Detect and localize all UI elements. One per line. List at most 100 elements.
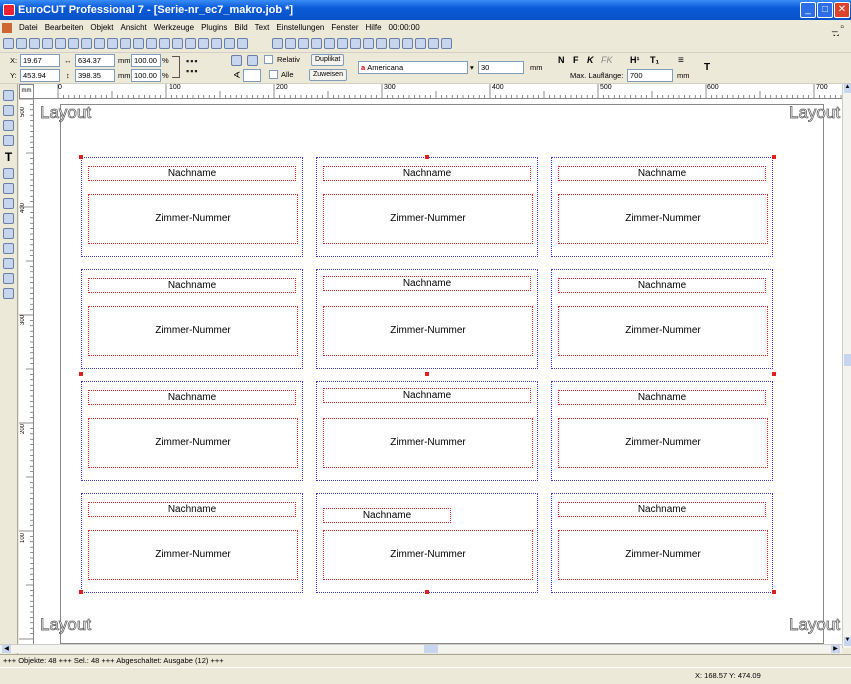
width-field[interactable]: 634.37: [75, 54, 115, 67]
measure-tool-icon[interactable]: [3, 213, 14, 224]
weld-icon[interactable]: [55, 38, 66, 49]
text-tool-icon[interactable]: T: [5, 150, 12, 164]
label-card[interactable]: Nachname Zimmer-Nummer: [81, 269, 303, 369]
scroll-up-icon[interactable]: ▲: [844, 84, 851, 93]
copy-icon[interactable]: [81, 38, 92, 49]
room-number-field[interactable]: Zimmer-Nummer: [88, 530, 298, 580]
node-tool-icon[interactable]: [3, 105, 14, 116]
label-card[interactable]: Nachname Zimmer-Nummer: [316, 493, 538, 593]
name-field[interactable]: Nachname: [88, 390, 296, 405]
rect-tool-icon[interactable]: [3, 168, 14, 179]
ruler-unit[interactable]: mm: [19, 84, 34, 99]
select-tool-icon[interactable]: [3, 90, 14, 101]
menu-einstellungen[interactable]: Einstellungen: [276, 20, 324, 36]
line-tool-icon[interactable]: [3, 198, 14, 209]
room-number-field[interactable]: Zimmer-Nummer: [558, 418, 768, 468]
doc-icon[interactable]: [2, 23, 12, 33]
room-number-field[interactable]: Zimmer-Nummer: [558, 530, 768, 580]
undo-icon[interactable]: [415, 38, 427, 49]
align-text-icon[interactable]: ≡: [678, 55, 684, 66]
text-frame-icon[interactable]: [211, 38, 222, 49]
ungroup-icon[interactable]: [42, 38, 53, 49]
print-icon[interactable]: [350, 38, 362, 49]
group-icon[interactable]: [29, 38, 40, 49]
horizontal-scroll-thumb[interactable]: [424, 645, 438, 653]
fill-icon[interactable]: [172, 38, 183, 49]
name-field[interactable]: Nachname: [558, 278, 766, 293]
selection-handle[interactable]: [79, 590, 83, 594]
room-number-field[interactable]: Zimmer-Nummer: [88, 194, 298, 244]
zoom-tool-icon[interactable]: [3, 135, 14, 146]
cut-icon[interactable]: [324, 38, 336, 49]
drawing-canvas[interactable]: Layout Layout Layout Layout Nachname Zimm…: [34, 99, 842, 644]
alle-checkbox[interactable]: [269, 70, 278, 79]
y-field[interactable]: 453.94: [20, 69, 60, 82]
selection-handle[interactable]: [772, 372, 776, 376]
align-icon[interactable]: [120, 38, 131, 49]
circle-icon[interactable]: [16, 38, 27, 49]
menu-bild[interactable]: Bild: [234, 20, 247, 36]
lock-ratio-icon[interactable]: [172, 56, 180, 78]
page-icon[interactable]: [237, 38, 248, 49]
scale-x-field[interactable]: 100.00: [131, 54, 161, 67]
menu-ansicht[interactable]: Ansicht: [121, 20, 147, 36]
label-card[interactable]: Nachname Zimmer-Nummer: [316, 157, 538, 257]
scroll-down-icon[interactable]: ▼: [844, 637, 851, 646]
copy-tool-icon[interactable]: [3, 258, 14, 269]
font-select[interactable]: a Americana: [358, 61, 468, 74]
name-field[interactable]: Nachname: [88, 502, 296, 517]
name-field[interactable]: Nachname: [558, 166, 766, 181]
room-number-field[interactable]: Zimmer-Nummer: [88, 306, 298, 356]
normal-button[interactable]: N: [558, 55, 565, 65]
export-icon[interactable]: [389, 38, 401, 49]
scroll-right-icon[interactable]: ▶: [831, 645, 840, 653]
menu-fenster[interactable]: Fenster: [331, 20, 358, 36]
name-field[interactable]: Nachname: [558, 390, 766, 405]
bitmap-tool-icon[interactable]: [3, 288, 14, 299]
menu-text[interactable]: Text: [255, 20, 270, 36]
help-icon[interactable]: [441, 38, 453, 49]
paste-icon[interactable]: [94, 38, 105, 49]
name-field[interactable]: Nachname: [558, 502, 766, 517]
close-button[interactable]: ✕: [834, 2, 850, 18]
paste-props-icon[interactable]: [247, 55, 258, 66]
x-field[interactable]: 19.67: [20, 54, 60, 67]
label-card[interactable]: Nachname Zimmer-Nummer: [316, 269, 538, 369]
room-number-field[interactable]: Zimmer-Nummer: [323, 194, 533, 244]
zoom-icon[interactable]: [402, 38, 414, 49]
room-number-field[interactable]: Zimmer-Nummer: [558, 194, 768, 244]
name-field[interactable]: Nachname: [323, 388, 531, 403]
frame-icon[interactable]: [198, 38, 209, 49]
room-number-field[interactable]: Zimmer-Nummer: [323, 530, 533, 580]
label-card[interactable]: Nachname Zimmer-Nummer: [81, 381, 303, 481]
room-number-field[interactable]: Zimmer-Nummer: [323, 418, 533, 468]
selection-handle[interactable]: [79, 372, 83, 376]
scroll-left-icon[interactable]: ◀: [2, 645, 11, 653]
vertical-scroll-thumb[interactable]: [844, 354, 851, 366]
selection-handle[interactable]: [425, 372, 429, 376]
angle-field[interactable]: [243, 69, 261, 82]
weed-tool-icon[interactable]: [3, 243, 14, 254]
name-field[interactable]: Nachname: [88, 278, 296, 293]
minimize-button[interactable]: _: [800, 2, 816, 18]
new-icon[interactable]: [3, 38, 14, 49]
open-icon[interactable]: [272, 38, 284, 49]
duplikat-button[interactable]: Duplikat: [311, 54, 345, 66]
selection-handle[interactable]: [79, 155, 83, 159]
offset-tool-icon[interactable]: [3, 228, 14, 239]
maxlen-field[interactable]: 700: [627, 69, 673, 82]
name-field[interactable]: Nachname: [323, 508, 451, 523]
menu-datei[interactable]: Datei: [19, 20, 38, 36]
menu-objekt[interactable]: Objekt: [90, 20, 113, 36]
redo-icon[interactable]: [428, 38, 440, 49]
ellipse-tool-icon[interactable]: [3, 183, 14, 194]
node-icon[interactable]: [68, 38, 79, 49]
superscript-button[interactable]: H¹: [630, 55, 640, 65]
contour-icon[interactable]: [159, 38, 170, 49]
selection-handle[interactable]: [772, 155, 776, 159]
label-card[interactable]: Nachname Zimmer-Nummer: [551, 493, 773, 593]
layers-icon[interactable]: [224, 38, 235, 49]
italic-button[interactable]: K: [587, 55, 594, 65]
label-card[interactable]: Nachname Zimmer-Nummer: [81, 493, 303, 593]
zuweisen-button[interactable]: Zuweisen: [309, 69, 347, 81]
